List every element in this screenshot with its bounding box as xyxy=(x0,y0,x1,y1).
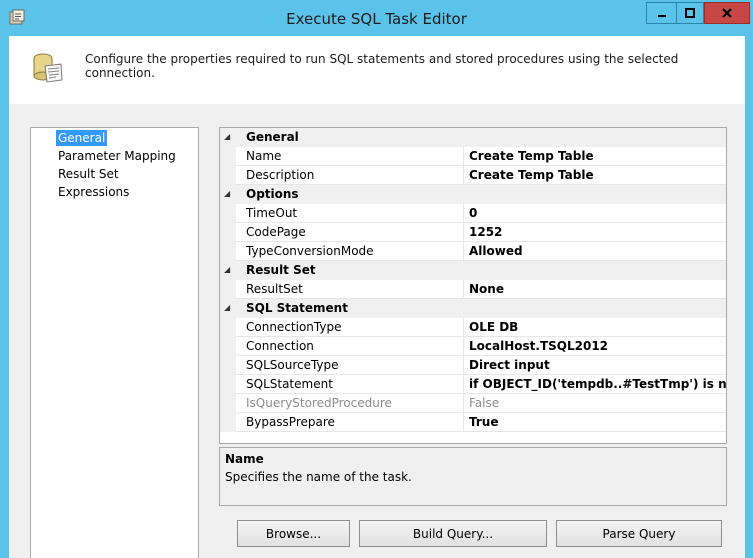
category-row-options[interactable]: ◢ Options xyxy=(220,185,726,204)
property-name: TimeOut xyxy=(246,206,298,220)
dialog-client-area: Configure the properties required to run… xyxy=(9,36,745,558)
property-name: Name xyxy=(246,149,282,163)
collapse-triangle-icon[interactable]: ◢ xyxy=(224,132,233,141)
category-label: Result Set xyxy=(246,263,316,277)
property-value[interactable]: 1252 xyxy=(469,225,726,239)
property-row-bypassprepare[interactable]: BypassPrepare True xyxy=(220,413,726,432)
collapse-triangle-icon[interactable]: ◢ xyxy=(224,303,233,312)
property-row-resultset[interactable]: ResultSet None xyxy=(220,280,726,299)
property-name: IsQueryStoredProcedure xyxy=(246,396,392,410)
property-name: TypeConversionMode xyxy=(246,244,374,258)
category-row-result-set[interactable]: ◢ Result Set xyxy=(220,261,726,280)
browse-button[interactable]: Browse... xyxy=(237,520,350,547)
category-row-sql-statement[interactable]: ◢ SQL Statement xyxy=(220,299,726,318)
property-name: SQLStatement xyxy=(246,377,333,391)
close-button[interactable] xyxy=(704,2,750,24)
window-title: Execute SQL Task Editor xyxy=(286,10,467,28)
property-value[interactable]: if OBJECT_ID('tempdb..#TestTmp') is not … xyxy=(469,377,726,391)
property-name: Connection xyxy=(246,339,314,353)
property-name: ResultSet xyxy=(246,282,303,296)
description-title: Name xyxy=(225,452,264,466)
minimize-icon xyxy=(657,15,666,17)
property-value[interactable]: Create Temp Table xyxy=(469,168,726,182)
nav-item-parameter-mapping[interactable]: Parameter Mapping xyxy=(56,148,178,164)
property-value: False xyxy=(469,396,500,410)
build-query-button[interactable]: Build Query... xyxy=(359,520,547,547)
maximize-icon xyxy=(685,8,695,18)
property-row-typeconversionmode[interactable]: TypeConversionMode Allowed xyxy=(220,242,726,261)
category-label: Options xyxy=(246,187,299,201)
minimize-button[interactable] xyxy=(646,2,676,24)
dialog-window: Execute SQL Task Editor Configure the pr… xyxy=(0,0,753,558)
property-value[interactable]: Create Temp Table xyxy=(469,149,726,163)
property-row-connection[interactable]: Connection LocalHost.TSQL2012 xyxy=(220,337,726,356)
property-value[interactable]: 0 xyxy=(469,206,726,220)
property-value[interactable]: Direct input xyxy=(469,358,726,372)
nav-item-result-set[interactable]: Result Set xyxy=(56,166,121,182)
property-row-connectiontype[interactable]: ConnectionType OLE DB xyxy=(220,318,726,337)
category-label: SQL Statement xyxy=(246,301,348,315)
property-description-panel: Name Specifies the name of the task. xyxy=(219,447,727,506)
property-row-description[interactable]: Description Create Temp Table xyxy=(220,166,726,185)
property-value[interactable]: None xyxy=(469,282,726,296)
header-description: Configure the properties required to run… xyxy=(85,52,679,80)
property-row-codepage[interactable]: CodePage 1252 xyxy=(220,223,726,242)
property-name: SQLSourceType xyxy=(246,358,339,372)
property-row-name[interactable]: Name Create Temp Table xyxy=(220,147,726,166)
property-name: ConnectionType xyxy=(246,320,342,334)
property-row-timeout[interactable]: TimeOut 0 xyxy=(220,204,726,223)
close-icon xyxy=(722,8,732,18)
category-row-general[interactable]: ◢ General xyxy=(220,128,726,147)
property-name: BypassPrepare xyxy=(246,415,335,429)
parse-query-button[interactable]: Parse Query xyxy=(556,520,722,547)
sql-scroll-icon xyxy=(33,53,63,83)
maximize-button[interactable] xyxy=(676,2,704,24)
nav-item-general[interactable]: General xyxy=(56,130,108,146)
property-row-sqlsourcetype[interactable]: SQLSourceType Direct input xyxy=(220,356,726,375)
description-text: Specifies the name of the task. xyxy=(225,470,412,484)
header-panel: Configure the properties required to run… xyxy=(9,36,745,104)
property-name: Description xyxy=(246,168,315,182)
property-row-isquerystoredprocedure[interactable]: IsQueryStoredProcedure False xyxy=(220,394,726,413)
property-name: CodePage xyxy=(246,225,306,239)
nav-item-expressions[interactable]: Expressions xyxy=(56,184,131,200)
collapse-triangle-icon[interactable]: ◢ xyxy=(224,265,233,274)
collapse-triangle-icon[interactable]: ◢ xyxy=(224,189,233,198)
property-value[interactable]: OLE DB xyxy=(469,320,726,334)
category-label: General xyxy=(246,130,299,144)
title-bar[interactable]: Execute SQL Task Editor xyxy=(0,0,753,36)
property-value[interactable]: True xyxy=(469,415,726,429)
property-grid: ◢ General Name Create Temp Table Descrip… xyxy=(219,127,727,444)
property-value[interactable]: LocalHost.TSQL2012 xyxy=(469,339,726,353)
property-value[interactable]: Allowed xyxy=(469,244,726,258)
page-navigation-list: General Parameter Mapping Result Set Exp… xyxy=(30,127,199,558)
property-row-sqlstatement[interactable]: SQLStatement if OBJECT_ID('tempdb..#Test… xyxy=(220,375,726,394)
